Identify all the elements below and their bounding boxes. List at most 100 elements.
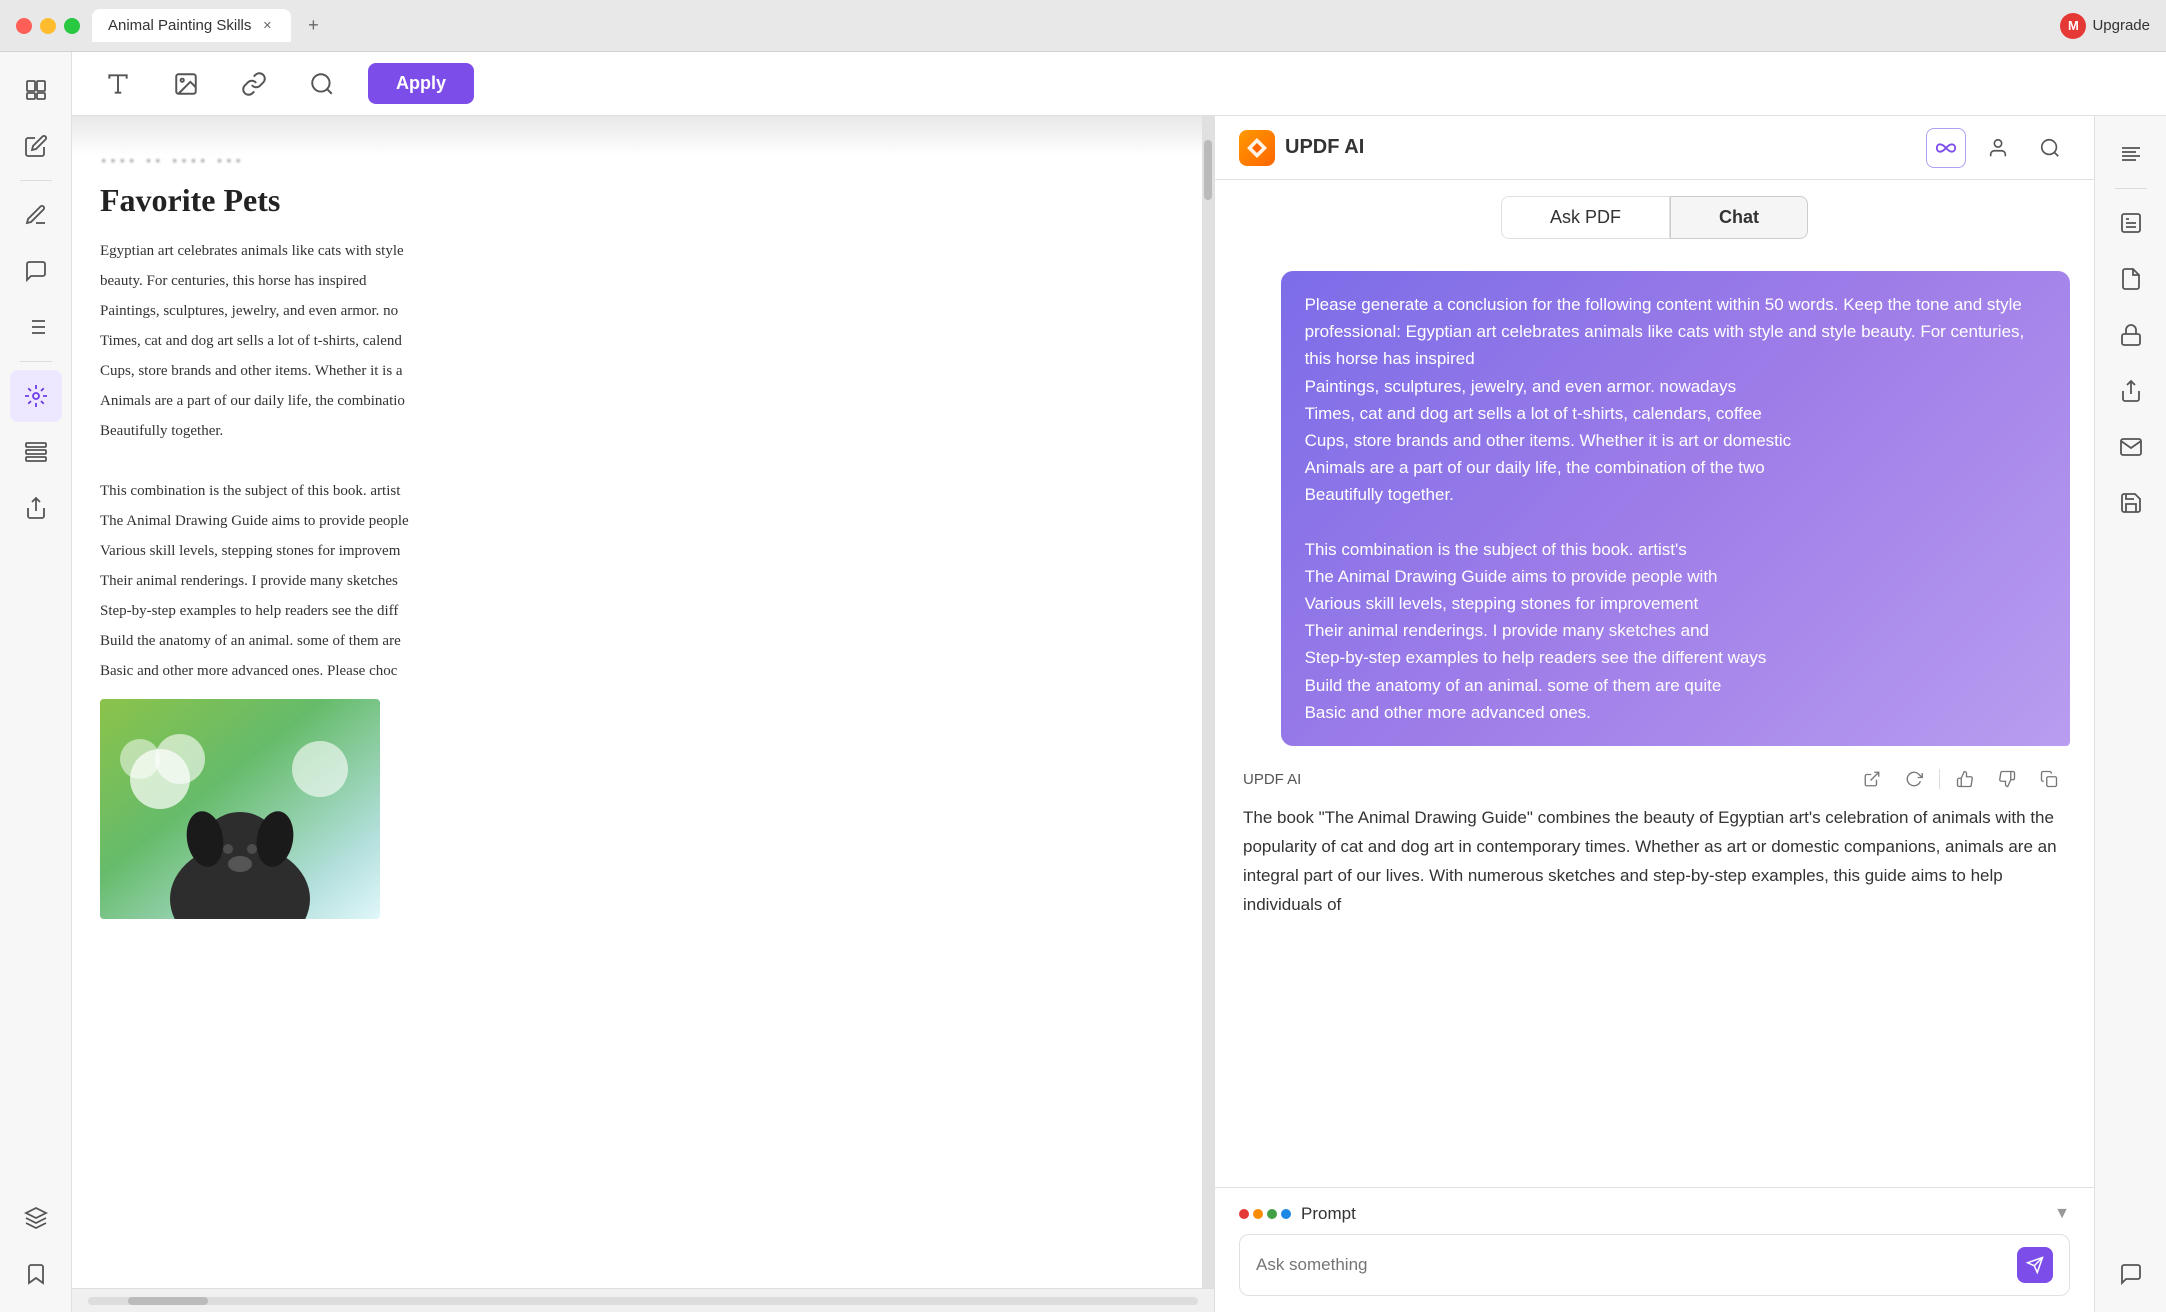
new-tab-button[interactable]: + <box>299 12 327 40</box>
sidebar-icon-edit[interactable] <box>10 120 62 172</box>
pdf-text-1: Egyptian art celebrates animals like cat… <box>100 239 1174 263</box>
prompt-chevron-icon: ▼ <box>2054 1205 2070 1223</box>
tab-bar: Animal Painting Skills ✕ + <box>92 9 2048 42</box>
thumbs-down-icon[interactable] <box>1990 762 2024 796</box>
action-divider <box>1939 769 1940 789</box>
sidebar-icon-annotate[interactable] <box>10 189 62 241</box>
copy-icon[interactable] <box>2032 762 2066 796</box>
pdf-text-7: Beautifully together. <box>100 419 1174 443</box>
pdf-text-12: Step-by-step examples to help readers se… <box>100 599 1174 623</box>
search-header-icon[interactable] <box>2030 128 2070 168</box>
prompt-dot-red <box>1239 1209 1249 1219</box>
upgrade-m-icon: M <box>2060 13 2086 39</box>
sidebar-icon-comment[interactable] <box>10 245 62 297</box>
sidebar-icon-organize[interactable] <box>10 426 62 478</box>
pdf-text-5: Cups, store brands and other items. Whet… <box>100 359 1174 383</box>
toolbar: Apply <box>72 52 2166 116</box>
pdf-text-2: beauty. For centuries, this horse has in… <box>100 269 1174 293</box>
prompt-area: Prompt ▼ <box>1215 1187 2094 1312</box>
content-area: ···· ·· ···· ··· Favorite Pets Egyptian … <box>72 116 2166 1312</box>
right-icon-email[interactable] <box>2105 421 2157 473</box>
tab-close-button[interactable]: ✕ <box>259 18 275 34</box>
pdf-text-11: Their animal renderings. I provide many … <box>100 569 1174 593</box>
maximize-button[interactable] <box>64 18 80 34</box>
pdf-text-6: Animals are a part of our daily life, th… <box>100 389 1174 413</box>
upgrade-label: Upgrade <box>2092 17 2150 34</box>
pdf-text-9: The Animal Drawing Guide aims to provide… <box>100 509 1174 533</box>
pdf-scrollbar[interactable] <box>1202 116 1214 1288</box>
prompt-dot-orange <box>1253 1209 1263 1219</box>
prompt-selector[interactable]: Prompt ▼ <box>1239 1204 2070 1224</box>
toolbar-link-icon[interactable] <box>232 62 276 106</box>
sidebar-right <box>2094 116 2166 1312</box>
right-icon-save[interactable] <box>2105 477 2157 529</box>
sidebar-icon-ai-active[interactable] <box>10 370 62 422</box>
right-icon-lock[interactable] <box>2105 309 2157 361</box>
thumbs-up-icon[interactable] <box>1948 762 1982 796</box>
external-link-icon[interactable] <box>1855 762 1889 796</box>
pdf-viewer: ···· ·· ···· ··· Favorite Pets Egyptian … <box>72 116 1214 1312</box>
chat-area[interactable]: Please generate a conclusion for the fol… <box>1215 255 2094 1187</box>
close-button[interactable] <box>16 18 32 34</box>
ai-response-header: UPDF AI <box>1239 762 2070 796</box>
right-icon-1[interactable] <box>2105 128 2157 180</box>
user-message: Please generate a conclusion for the fol… <box>1281 271 2070 746</box>
pdf-scroll-thumb[interactable] <box>1204 140 1212 200</box>
pdf-text-14: Basic and other more advanced ones. Plea… <box>100 659 1174 683</box>
sidebar-icon-layers[interactable] <box>10 1192 62 1244</box>
pdf-image <box>100 699 380 919</box>
pdf-h-scroll-thumb[interactable] <box>128 1297 208 1305</box>
sidebar-divider-1 <box>20 180 52 181</box>
right-icon-ocr[interactable] <box>2105 197 2157 249</box>
sidebar-icon-pages[interactable] <box>10 64 62 116</box>
pdf-horizontal-scrollbar[interactable] <box>88 1297 1198 1305</box>
ai-panel: UPDF AI <box>1214 116 2094 1312</box>
sidebar-icon-bookmark[interactable] <box>10 1248 62 1300</box>
right-icon-share[interactable] <box>2105 365 2157 417</box>
ai-logo-text: UPDF AI <box>1285 136 1364 159</box>
right-divider-1 <box>2115 188 2147 189</box>
upgrade-button[interactable]: M Upgrade <box>2060 13 2150 39</box>
pdf-bottom-bar <box>72 1288 1214 1312</box>
prompt-label: Prompt <box>1301 1204 2044 1224</box>
sidebar-left <box>0 52 72 1312</box>
user-message-text: Please generate a conclusion for the fol… <box>1305 291 2046 726</box>
refresh-icon[interactable] <box>1897 762 1931 796</box>
infinity-icon-button[interactable] <box>1926 128 1966 168</box>
toolbar-search-icon[interactable] <box>300 62 344 106</box>
prompt-dot-blue <box>1281 1209 1291 1219</box>
ai-response-text: The book "The Animal Drawing Guide" comb… <box>1239 796 2070 920</box>
toolbar-text-icon[interactable] <box>96 62 140 106</box>
prompt-input-row <box>1239 1234 2070 1296</box>
sidebar-divider-2 <box>20 361 52 362</box>
right-icon-compare[interactable] <box>2105 253 2157 305</box>
pdf-content[interactable]: ···· ·· ···· ··· Favorite Pets Egyptian … <box>72 116 1202 1288</box>
ai-response-name: UPDF AI <box>1243 771 1301 788</box>
prompt-input[interactable] <box>1256 1255 2005 1275</box>
pdf-text-spacer <box>100 449 1174 473</box>
pdf-text-13: Build the anatomy of an animal. some of … <box>100 629 1174 653</box>
ai-tab-switcher: Ask PDF Chat <box>1215 180 2094 255</box>
tab-title: Animal Painting Skills <box>108 17 251 34</box>
right-icon-ai-bottom[interactable] <box>2105 1248 2157 1300</box>
active-tab[interactable]: Animal Painting Skills ✕ <box>92 9 291 42</box>
pdf-text-8: This combination is the subject of this … <box>100 479 1174 503</box>
apply-button[interactable]: Apply <box>368 63 474 104</box>
prompt-dots-icon <box>1239 1209 1291 1219</box>
send-button[interactable] <box>2017 1247 2053 1283</box>
pdf-text-4: Times, cat and dog art sells a lot of t-… <box>100 329 1174 353</box>
toolbar-image-icon[interactable] <box>164 62 208 106</box>
ai-header: UPDF AI <box>1215 116 2094 180</box>
sidebar-icon-convert[interactable] <box>10 482 62 534</box>
title-bar: Animal Painting Skills ✕ + M Upgrade <box>0 0 2166 52</box>
person-icon-button[interactable] <box>1978 128 2018 168</box>
ai-response-actions <box>1855 762 2066 796</box>
sidebar-icon-list[interactable] <box>10 301 62 353</box>
tab-chat[interactable]: Chat <box>1670 196 1808 239</box>
minimize-button[interactable] <box>40 18 56 34</box>
ai-response-container: UPDF AI <box>1239 762 2070 920</box>
tab-ask-pdf[interactable]: Ask PDF <box>1501 196 1670 239</box>
prompt-dot-green <box>1267 1209 1277 1219</box>
pdf-page-header-blur: ···· ·· ···· ··· <box>100 148 1174 174</box>
updf-logo-svg <box>1243 134 1271 162</box>
